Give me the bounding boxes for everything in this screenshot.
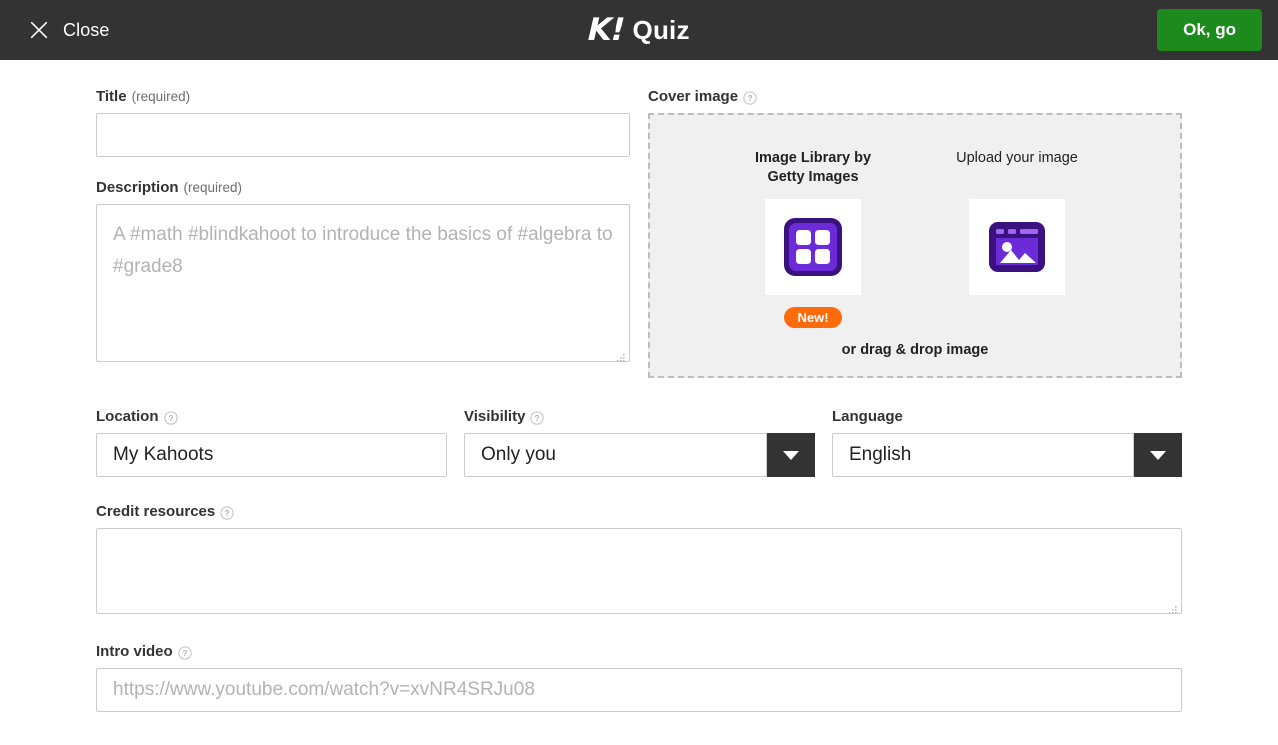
intro-video-field-group: Intro video ? xyxy=(96,643,1182,712)
cover-image-dropzone[interactable]: Image Library by Getty Images xyxy=(648,113,1182,378)
page-title: Quiz xyxy=(633,15,690,46)
title-input[interactable] xyxy=(96,113,630,157)
close-label: Close xyxy=(63,20,110,41)
description-field-group: Description (required) xyxy=(96,179,630,367)
svg-text:?: ? xyxy=(225,508,230,517)
language-value[interactable]: English xyxy=(832,433,1134,477)
credit-resources-label-row: Credit resources ? xyxy=(96,503,1182,520)
svg-text:?: ? xyxy=(535,413,540,422)
image-library-tile[interactable] xyxy=(765,199,861,295)
ok-go-button[interactable]: Ok, go xyxy=(1157,9,1262,51)
upload-image-option[interactable]: Upload your image xyxy=(942,149,1092,328)
title-field-group: Title (required) xyxy=(96,88,630,157)
visibility-value[interactable]: Only you xyxy=(464,433,767,477)
upload-image-label: Upload your image xyxy=(956,149,1078,187)
title-required-note: (required) xyxy=(132,89,191,104)
help-circle-icon[interactable]: ? xyxy=(178,646,192,660)
cover-image-column: Cover image ? Image Library by Getty Ima… xyxy=(648,88,1182,378)
top-header-bar: Close K! Quiz Ok, go xyxy=(0,0,1278,60)
language-field-group: Language English xyxy=(832,408,1182,477)
svg-text:?: ? xyxy=(182,648,187,657)
location-label: Location xyxy=(96,408,159,425)
location-field-group: Location ? My Kahoots xyxy=(96,408,447,477)
intro-video-label: Intro video xyxy=(96,643,173,660)
grid-tiles-icon xyxy=(782,216,844,278)
svg-text:?: ? xyxy=(168,413,173,422)
image-library-option[interactable]: Image Library by Getty Images xyxy=(738,149,888,328)
credit-resources-field-group: Credit resources ? xyxy=(96,503,1182,619)
visibility-label-row: Visibility ? xyxy=(464,408,815,425)
visibility-label: Visibility xyxy=(464,408,525,425)
image-window-icon xyxy=(986,216,1048,278)
language-label: Language xyxy=(832,408,903,425)
cover-image-options: Image Library by Getty Images xyxy=(650,115,1180,328)
help-circle-icon[interactable]: ? xyxy=(743,91,757,105)
help-circle-icon[interactable]: ? xyxy=(164,411,178,425)
svg-text:?: ? xyxy=(748,93,753,102)
new-badge: New! xyxy=(784,307,841,328)
kahoot-logo-icon: K! xyxy=(588,15,625,46)
close-x-icon xyxy=(28,19,50,41)
chevron-down-icon xyxy=(783,451,799,460)
intro-video-label-row: Intro video ? xyxy=(96,643,1182,660)
image-library-label: Image Library by Getty Images xyxy=(738,149,888,187)
description-textarea[interactable] xyxy=(96,204,630,362)
location-label-row: Location ? xyxy=(96,408,447,425)
description-required-note: (required) xyxy=(184,180,243,195)
description-label: Description xyxy=(96,179,179,196)
close-button[interactable]: Close xyxy=(28,19,110,41)
cover-image-label: Cover image xyxy=(648,88,738,105)
intro-video-input[interactable] xyxy=(96,668,1182,712)
title-label: Title xyxy=(96,88,127,105)
drag-drop-hint: or drag & drop image xyxy=(650,342,1180,358)
credit-resources-textarea[interactable] xyxy=(96,528,1182,614)
upload-image-tile[interactable] xyxy=(969,199,1065,295)
location-select[interactable]: My Kahoots xyxy=(96,433,447,477)
language-label-row: Language xyxy=(832,408,1182,425)
language-dropdown-button[interactable] xyxy=(1134,433,1182,477)
top-fields-row: Title (required) Description (required) xyxy=(96,60,1182,378)
visibility-dropdown-button[interactable] xyxy=(767,433,815,477)
location-visibility-language-row: Location ? My Kahoots Visibility ? Only … xyxy=(96,408,1182,477)
form-container: Title (required) Description (required) xyxy=(0,60,1278,712)
description-label-row: Description (required) xyxy=(96,179,630,196)
visibility-select[interactable]: Only you xyxy=(464,433,815,477)
credit-resources-label: Credit resources xyxy=(96,503,215,520)
visibility-field-group: Visibility ? Only you xyxy=(464,408,815,477)
cover-image-label-row: Cover image ? xyxy=(648,88,1182,105)
credit-resources-input-wrap xyxy=(96,528,1182,619)
chevron-down-icon xyxy=(1150,451,1166,460)
brand-title-group: K! Quiz xyxy=(0,0,1278,60)
help-circle-icon[interactable]: ? xyxy=(530,411,544,425)
location-value[interactable]: My Kahoots xyxy=(96,433,447,477)
language-select[interactable]: English xyxy=(832,433,1182,477)
title-label-row: Title (required) xyxy=(96,88,630,105)
description-input-wrap xyxy=(96,204,630,367)
help-circle-icon[interactable]: ? xyxy=(220,506,234,520)
title-description-column: Title (required) Description (required) xyxy=(96,88,630,378)
